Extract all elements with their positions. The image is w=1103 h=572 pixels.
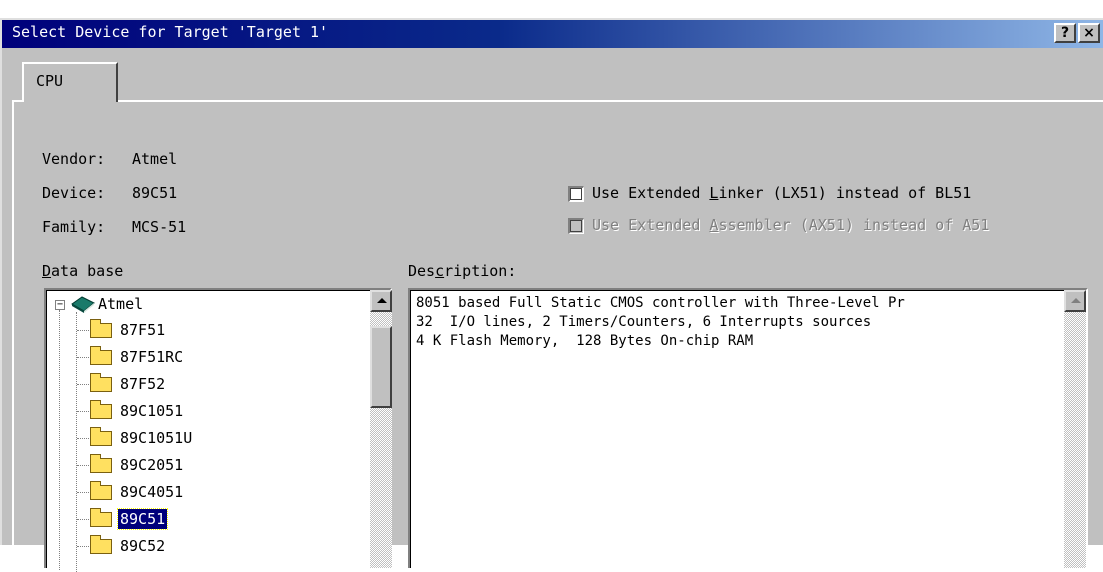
tree-scroll-thumb[interactable] (370, 326, 392, 408)
description-line: 4 K Flash Memory, 128 Bytes On-chip RAM (416, 333, 754, 349)
scroll-up-arrow-icon (1071, 298, 1081, 303)
tree-scrollbar[interactable] (370, 290, 392, 568)
folder-icon (90, 373, 112, 392)
tree-line-root (59, 310, 60, 570)
folder-icon (90, 535, 112, 554)
vendor-value: Atmel (132, 150, 178, 168)
linker-label-pre: Use Extended (592, 184, 710, 202)
extended-linker-checkbox[interactable] (568, 186, 584, 202)
family-value: MCS-51 (132, 218, 187, 236)
help-button[interactable]: ? (1054, 23, 1076, 43)
assembler-label-post: ssembler (AX51) instead of A51 (718, 216, 990, 234)
description-line: 8051 based Full Static CMOS controller w… (416, 295, 905, 311)
book-icon (71, 296, 95, 313)
dialog-window: Select Device for Target 'Target 1' ? × … (0, 18, 1103, 572)
tree-scroll-up-button[interactable] (370, 290, 392, 312)
vendor-label: Vendor: (42, 150, 106, 168)
tree-item-label: 89C4051 (120, 483, 184, 501)
description-label: Description: (408, 262, 516, 280)
description-box[interactable]: 8051 based Full Static CMOS controller w… (408, 288, 1088, 568)
title-bar[interactable]: Select Device for Target 'Target 1' ? × (2, 20, 1103, 48)
tab-cpu-label: CPU (36, 72, 64, 90)
folder-icon (90, 346, 112, 365)
tree-item-label: 89C52 (120, 537, 166, 555)
database-label-hotkey: D (42, 262, 52, 280)
database-label-rest: ata base (51, 262, 124, 280)
root-expander-icon[interactable]: − (55, 300, 65, 310)
tab-cpu[interactable]: CPU (22, 62, 118, 102)
extended-linker-label[interactable]: Use Extended Linker (LX51) instead of BL… (592, 184, 971, 202)
assembler-label-pre: Use Extended (592, 216, 710, 234)
linker-label-post: inker (LX51) instead of BL51 (718, 184, 972, 202)
tree-root-label: Atmel (98, 295, 144, 313)
device-value: 89C51 (132, 184, 178, 202)
description-scroll-up-button[interactable] (1064, 290, 1086, 312)
folder-icon (90, 427, 112, 446)
folder-icon (90, 400, 112, 419)
description-label-post: ription: (444, 262, 517, 280)
family-label: Family: (42, 218, 106, 236)
extended-assembler-checkbox (568, 218, 584, 234)
tree-item-label: 89C2051 (120, 456, 184, 474)
device-tree[interactable]: − Atmel 87F51 87F51RC 87F52 89C1051 89C1051U… (44, 288, 392, 572)
database-label: Data base (42, 262, 123, 280)
tree-item-label: 89C51 (116, 508, 169, 530)
extended-assembler-label: Use Extended Assembler (AX51) instead of… (592, 216, 989, 234)
folder-icon (90, 319, 112, 338)
scroll-up-arrow-icon (377, 298, 387, 303)
tree-item-label: 87F51RC (120, 348, 184, 366)
folder-icon (90, 481, 112, 500)
description-line: 32 I/O lines, 2 Timers/Counters, 6 Inter… (416, 314, 872, 330)
tree-item-label: 89C1051 (120, 402, 184, 420)
tree-item-label: 87F51 (120, 321, 166, 339)
tree-item-label: 87F52 (120, 375, 166, 393)
folder-icon (90, 454, 112, 473)
window-title: Select Device for Target 'Target 1' (12, 23, 329, 41)
description-label-hotkey: c (435, 262, 445, 280)
close-button[interactable]: × (1078, 23, 1100, 43)
folder-icon (90, 508, 112, 527)
description-scrollbar[interactable] (1064, 290, 1086, 568)
device-label: Device: (42, 184, 106, 202)
description-label-pre: Des (408, 262, 436, 280)
tree-item-label: 89C1051U (120, 429, 193, 447)
cpu-tab-panel: Vendor: Atmel Device: 89C51 Family: MCS-… (12, 100, 1103, 572)
tree-line-children (76, 312, 77, 572)
